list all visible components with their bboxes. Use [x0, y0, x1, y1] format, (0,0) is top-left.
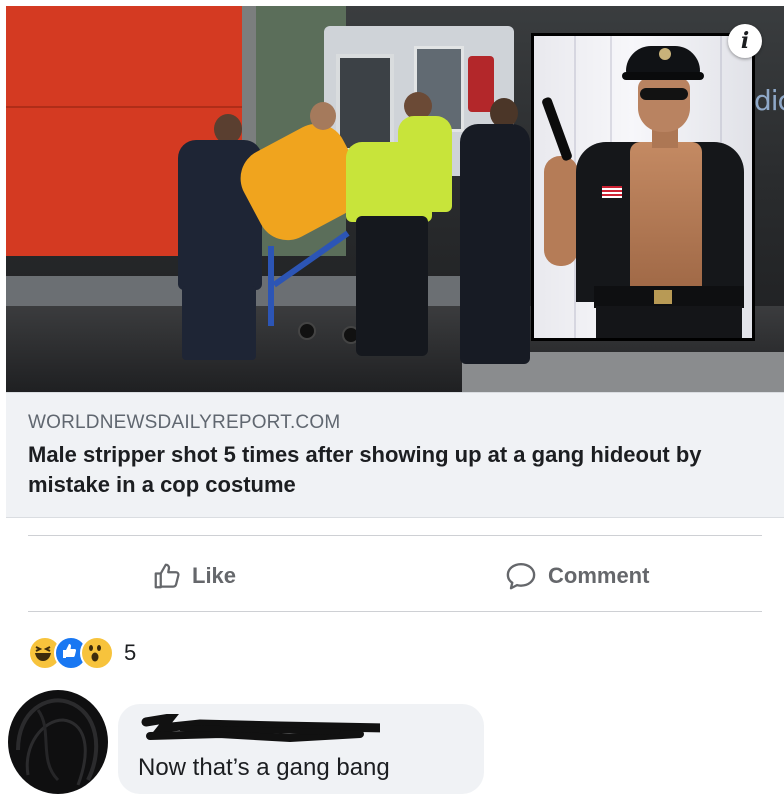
cop-costume-inset-photo: [534, 36, 752, 338]
stretcher-wheel: [298, 322, 316, 340]
comment-button[interactable]: Comment: [504, 556, 649, 596]
speech-bubble-icon: [504, 561, 538, 591]
comment-label: Comment: [548, 563, 650, 588]
police-officer-figure: [460, 124, 530, 364]
info-icon[interactable]: i: [728, 24, 762, 58]
background-sign-text: dic: [754, 84, 784, 117]
ambulance-door: [336, 54, 394, 152]
divider-top: [28, 535, 762, 536]
trousers: [596, 306, 742, 338]
wow-reaction-icon: [80, 636, 114, 670]
sunglasses: [640, 88, 688, 100]
facebook-post: dic i WORLDNEWSDAILYREPORT.COM Male stri…: [0, 0, 784, 801]
bare-chest: [630, 142, 702, 302]
like-label: Like: [192, 563, 237, 588]
link-preview-image[interactable]: dic i: [6, 6, 784, 392]
stretcher-leg: [268, 246, 274, 326]
sidewalk: [6, 276, 526, 306]
cap-badge: [659, 48, 671, 60]
arm: [544, 156, 578, 266]
comment-bubble[interactable]: Now that’s a gang bang: [118, 704, 484, 794]
medic-hi-vis-jacket: [346, 142, 432, 222]
link-caption[interactable]: WORLDNEWSDAILYREPORT.COM Male stripper s…: [6, 392, 784, 518]
commenter-avatar[interactable]: [8, 690, 108, 794]
scribbled-avatar: [16, 698, 99, 786]
flag-patch: [602, 186, 622, 198]
cap-visor: [622, 72, 704, 80]
thumbs-up-icon: [152, 561, 182, 591]
face: [638, 78, 690, 132]
reaction-count: 5: [124, 640, 137, 665]
patient-head: [310, 102, 336, 130]
link-headline[interactable]: Male stripper shot 5 times after showing…: [28, 440, 758, 500]
link-domain: WORLDNEWSDAILYREPORT.COM: [28, 412, 341, 433]
medic-legs: [356, 216, 428, 356]
ambulance-light: [468, 56, 494, 112]
belt-buckle: [654, 290, 672, 304]
redacted-author-name: [141, 714, 380, 743]
like-button[interactable]: Like: [152, 556, 236, 596]
divider-bottom: [28, 611, 762, 612]
reaction-summary[interactable]: 5: [28, 636, 137, 670]
paramedic-legs: [182, 286, 256, 360]
baton: [541, 96, 573, 162]
comment-text: Now that’s a gang bang: [138, 754, 390, 781]
